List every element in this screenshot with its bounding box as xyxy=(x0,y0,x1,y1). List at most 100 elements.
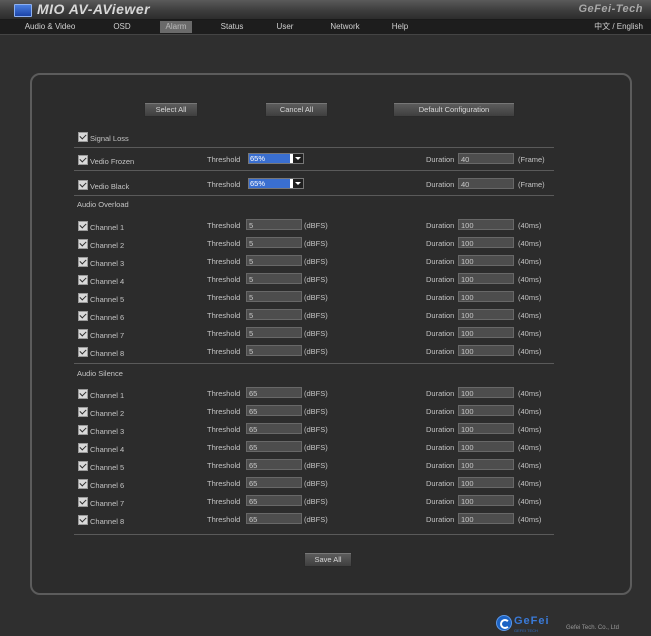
vedio-black-duration-input[interactable]: 40 xyxy=(458,178,514,189)
threshold-input[interactable]: 65 xyxy=(246,459,302,470)
vedio-black-label: Vedio Black xyxy=(90,182,130,191)
duration-input[interactable]: 100 xyxy=(458,387,514,398)
threshold-input[interactable]: 65 xyxy=(246,441,302,452)
threshold-input[interactable]: 65 xyxy=(246,423,302,434)
channel-label: Channel 2 xyxy=(90,241,125,250)
duration-input[interactable]: 100 xyxy=(458,219,514,230)
ms-unit-label: (40ms) xyxy=(518,407,542,416)
select-all-button[interactable]: Select All xyxy=(144,102,198,117)
channel-checkbox[interactable] xyxy=(78,257,88,267)
menu-item-audio-video[interactable]: Audio & Video xyxy=(22,21,78,33)
threshold-input[interactable]: 5 xyxy=(246,237,302,248)
channel-checkbox[interactable] xyxy=(78,479,88,489)
channel-label: Channel 5 xyxy=(90,463,125,472)
channel-checkbox[interactable] xyxy=(78,275,88,285)
channel-checkbox[interactable] xyxy=(78,425,88,435)
footer-company: Gefei Tech. Co., Ltd xyxy=(566,625,619,631)
threshold-label: Threshold xyxy=(207,155,241,164)
menu-item-network[interactable]: Network xyxy=(325,21,365,33)
channel-label: Channel 7 xyxy=(90,331,125,340)
channel-label: Channel 2 xyxy=(90,409,125,418)
channel-label: Channel 1 xyxy=(90,223,125,232)
overload-channel-row: Channel 7 Threshold 5 (dBFS) Duration 100 (40m… xyxy=(76,327,554,343)
menu-item-alarm[interactable]: Alarm xyxy=(160,21,192,33)
duration-input[interactable]: 100 xyxy=(458,513,514,524)
divider xyxy=(74,170,554,171)
duration-input[interactable]: 100 xyxy=(458,477,514,488)
ms-unit-label: (40ms) xyxy=(518,347,542,356)
chevron-down-icon[interactable] xyxy=(293,179,303,188)
channel-checkbox[interactable] xyxy=(78,407,88,417)
channel-checkbox[interactable] xyxy=(78,311,88,321)
menu-item-status[interactable]: Status xyxy=(216,21,248,33)
threshold-input[interactable]: 65 xyxy=(246,513,302,524)
duration-input[interactable]: 100 xyxy=(458,441,514,452)
channel-checkbox[interactable] xyxy=(78,461,88,471)
duration-input[interactable]: 100 xyxy=(458,255,514,266)
chevron-down-icon[interactable] xyxy=(293,154,303,163)
overload-channel-row: Channel 1 Threshold 5 (dBFS) Duration 100 (40m… xyxy=(76,219,554,235)
channel-checkbox[interactable] xyxy=(78,443,88,453)
channel-checkbox[interactable] xyxy=(78,329,88,339)
duration-input[interactable]: 100 xyxy=(458,291,514,302)
signal-loss-checkbox[interactable] xyxy=(78,132,88,142)
threshold-input[interactable]: 5 xyxy=(246,255,302,266)
vedio-frozen-checkbox[interactable] xyxy=(78,155,88,165)
threshold-input[interactable]: 65 xyxy=(246,387,302,398)
channel-checkbox[interactable] xyxy=(78,221,88,231)
vedio-frozen-threshold-select[interactable]: 65% xyxy=(248,153,304,164)
channel-checkbox[interactable] xyxy=(78,347,88,357)
duration-input[interactable]: 100 xyxy=(458,345,514,356)
duration-input[interactable]: 100 xyxy=(458,309,514,320)
channel-label: Channel 8 xyxy=(90,349,125,358)
threshold-input[interactable]: 5 xyxy=(246,291,302,302)
duration-label: Duration xyxy=(426,275,455,284)
threshold-input[interactable]: 5 xyxy=(246,309,302,320)
save-all-button[interactable]: Save All xyxy=(304,552,352,567)
dbfs-unit-label: (dBFS) xyxy=(304,293,328,302)
duration-label: Duration xyxy=(426,329,455,338)
vedio-black-threshold-select[interactable]: 65% xyxy=(248,178,304,189)
brand-tag: GeFei-Tech xyxy=(578,3,643,15)
default-configuration-button[interactable]: Default Configuration xyxy=(393,102,515,117)
ms-unit-label: (40ms) xyxy=(518,479,542,488)
duration-input[interactable]: 100 xyxy=(458,405,514,416)
duration-input[interactable]: 100 xyxy=(458,459,514,470)
duration-input[interactable]: 100 xyxy=(458,495,514,506)
threshold-input[interactable]: 5 xyxy=(246,219,302,230)
threshold-input[interactable]: 5 xyxy=(246,345,302,356)
threshold-input[interactable]: 5 xyxy=(246,273,302,284)
vedio-black-checkbox[interactable] xyxy=(78,180,88,190)
threshold-input[interactable]: 65 xyxy=(246,495,302,506)
duration-label: Duration xyxy=(426,221,455,230)
duration-input[interactable]: 100 xyxy=(458,423,514,434)
overload-channel-row: Channel 2 Threshold 5 (dBFS) Duration 100 (40m… xyxy=(76,237,554,253)
threshold-input[interactable]: 5 xyxy=(246,327,302,338)
channel-checkbox[interactable] xyxy=(78,497,88,507)
threshold-input[interactable]: 65 xyxy=(246,477,302,488)
menu-item-help[interactable]: Help xyxy=(388,21,412,33)
channel-checkbox[interactable] xyxy=(78,239,88,249)
threshold-input[interactable]: 65 xyxy=(246,405,302,416)
vedio-black-row: Vedio Black Threshold 65% Duration 40 (F… xyxy=(76,178,554,194)
menu-item-user[interactable]: User xyxy=(272,21,298,33)
select-value: 65% xyxy=(249,154,290,163)
duration-input[interactable]: 100 xyxy=(458,237,514,248)
channel-checkbox[interactable] xyxy=(78,515,88,525)
menu-item-osd[interactable]: OSD xyxy=(108,21,136,33)
channel-checkbox[interactable] xyxy=(78,293,88,303)
dbfs-unit-label: (dBFS) xyxy=(304,497,328,506)
duration-label: Duration xyxy=(426,347,455,356)
threshold-label: Threshold xyxy=(207,389,241,398)
vedio-frozen-duration-input[interactable]: 40 xyxy=(458,153,514,164)
language-switch[interactable]: 中文 / English xyxy=(594,21,643,33)
ms-unit-label: (40ms) xyxy=(518,221,542,230)
channel-checkbox[interactable] xyxy=(78,389,88,399)
ms-unit-label: (40ms) xyxy=(518,497,542,506)
duration-label: Duration xyxy=(426,293,455,302)
dbfs-unit-label: (dBFS) xyxy=(304,443,328,452)
divider xyxy=(74,534,554,535)
cancel-all-button[interactable]: Cancel All xyxy=(265,102,328,117)
duration-input[interactable]: 100 xyxy=(458,327,514,338)
duration-input[interactable]: 100 xyxy=(458,273,514,284)
